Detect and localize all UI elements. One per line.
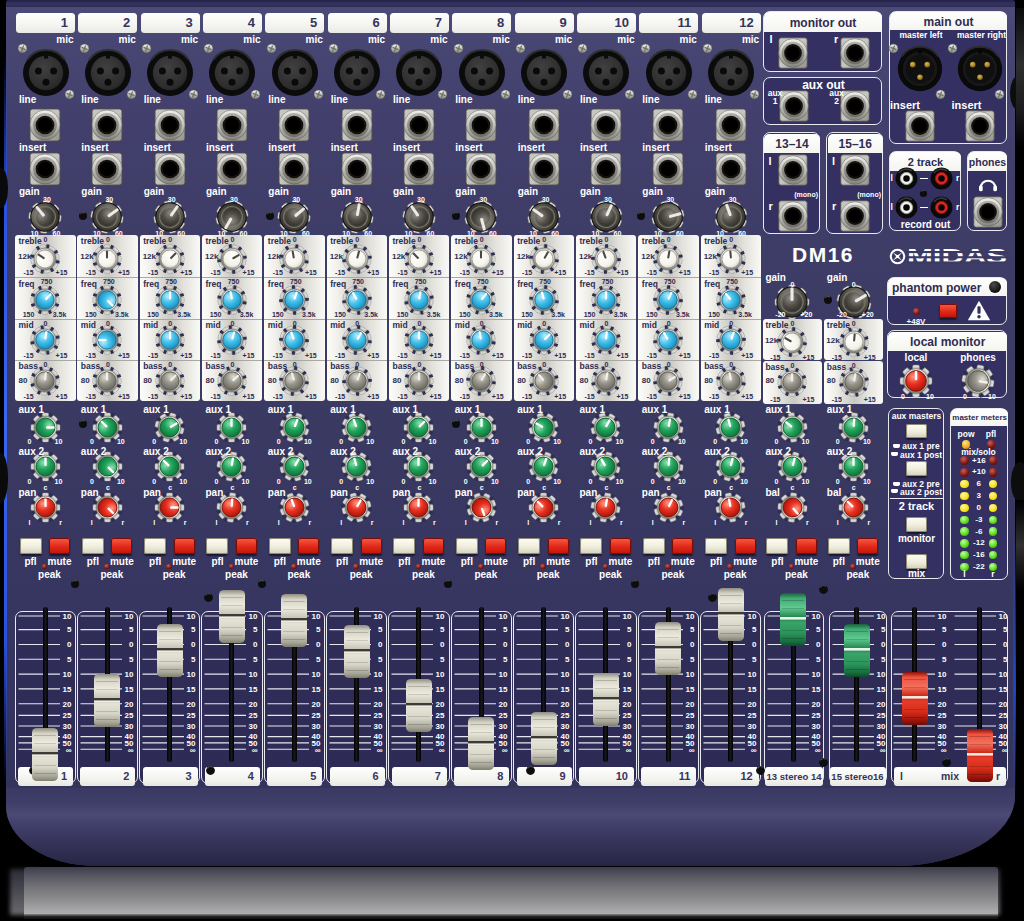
svg-text:MIDAS: MIDAS — [907, 245, 1007, 267]
